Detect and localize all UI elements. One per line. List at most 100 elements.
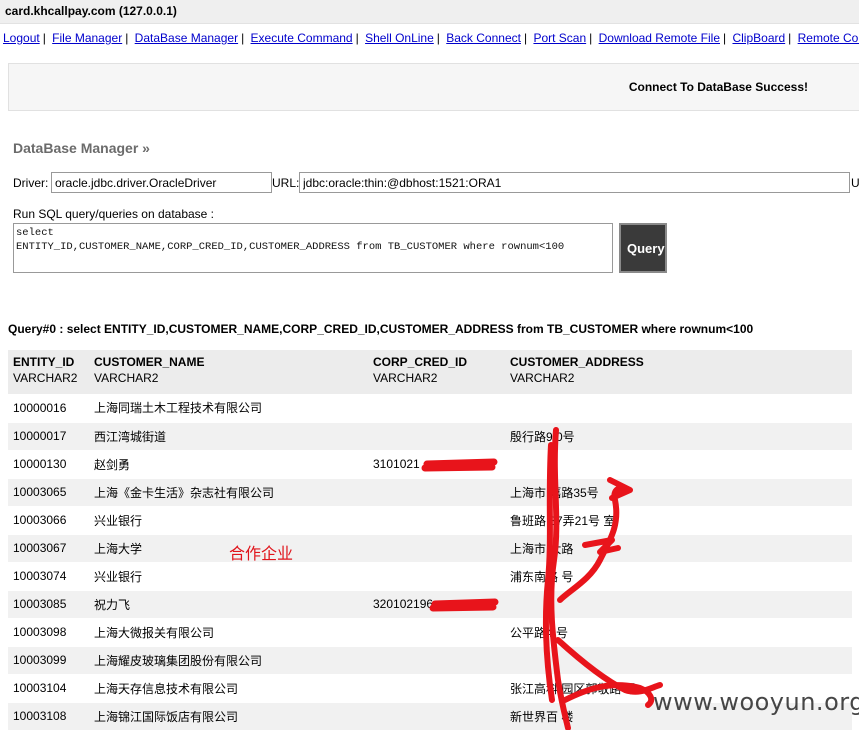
cell-customer-address: 浦东南路 号 [505, 562, 852, 591]
column-header-customer-name: CUSTOMER_NAME VARCHAR2 [89, 350, 368, 394]
url-label: URL: [272, 176, 300, 190]
column-name: CORP_CRED_ID [373, 355, 468, 369]
table-row: 10000017 西江湾城街道 殷行路9 0号 [8, 422, 852, 451]
cell-corp-cred-id [368, 562, 505, 591]
table-row: 10003074 兴业银行 浦东南路 号 [8, 562, 852, 591]
driver-label: Driver: [13, 176, 49, 190]
cell-customer-name: 上海耀皮玻璃集团股份有限公司 [89, 646, 368, 675]
cell-customer-address: 鲁班路 37弄21号 室 [505, 506, 852, 535]
column-name: CUSTOMER_NAME [94, 355, 205, 369]
cell-corp-cred-id [368, 506, 505, 535]
cell-entity-id: 10003108 [8, 702, 89, 731]
sql-label: Run SQL query/queries on database : [13, 207, 215, 221]
cell-entity-id: 10003074 [8, 562, 89, 591]
status-message: Connect To DataBase Success! [628, 80, 808, 94]
nav-separator: | [241, 31, 245, 45]
cell-customer-address [505, 590, 852, 619]
watermark: www.wooyun.org [653, 688, 859, 716]
query-result-title: Query#0 : select ENTITY_ID,CUSTOMER_NAME… [8, 322, 754, 336]
column-type: VARCHAR2 [13, 371, 78, 385]
cell-customer-address [505, 394, 852, 423]
cell-corp-cred-id [368, 702, 505, 731]
cell-corp-cred-id: 320102196 [368, 590, 505, 619]
cell-customer-name: 上海锦江国际饭店有限公司 [89, 702, 368, 731]
cell-corp-cred-id [368, 618, 505, 647]
table-row: 10003085 祝力飞 320102196 [8, 590, 852, 619]
sql-query-input[interactable]: select ENTITY_ID,CUSTOMER_NAME,CORP_CRED… [13, 223, 613, 273]
cell-customer-address: 殷行路9 0号 [505, 422, 852, 451]
cell-customer-name: 祝力飞 [89, 590, 368, 619]
table-row: 10003066 兴业银行 鲁班路 37弄21号 室 [8, 506, 852, 535]
cell-entity-id: 10003065 [8, 478, 89, 507]
nav-separator: | [723, 31, 727, 45]
section-title: DataBase Manager » [13, 140, 150, 156]
cell-corp-cred-id [368, 394, 505, 423]
nav-back-connect[interactable]: Back Connect [446, 31, 521, 45]
cell-customer-name: 西江湾城街道 [89, 422, 368, 451]
column-name: CUSTOMER_ADDRESS [510, 355, 644, 369]
cell-customer-name: 兴业银行 [89, 506, 368, 535]
nav-port-scan[interactable]: Port Scan [533, 31, 586, 45]
cell-customer-name: 兴业银行 [89, 562, 368, 591]
column-type: VARCHAR2 [94, 371, 159, 385]
cell-corp-cred-id [368, 674, 505, 703]
query-button[interactable]: Query [619, 223, 667, 273]
nav-remote-control[interactable]: Remote Control [798, 31, 859, 45]
nav-download-remote-file[interactable]: Download Remote File [599, 31, 720, 45]
nav-logout[interactable]: Logout [3, 31, 40, 45]
nav-separator: | [788, 31, 792, 45]
column-type: VARCHAR2 [510, 371, 575, 385]
cell-customer-address [505, 646, 852, 675]
cell-customer-address: 公平路4 号 [505, 618, 852, 647]
column-header-corp-cred-id: CORP_CRED_ID VARCHAR2 [368, 350, 505, 394]
cell-entity-id: 10003098 [8, 618, 89, 647]
cell-customer-address: 上海市 大路 [505, 534, 852, 563]
cell-corp-cred-id [368, 422, 505, 451]
cell-entity-id: 10000130 [8, 450, 89, 479]
cell-entity-id: 10003066 [8, 506, 89, 535]
nav-separator: | [589, 31, 593, 45]
status-panel: Connect To DataBase Success! [8, 63, 859, 111]
nav-database-manager[interactable]: DataBase Manager [135, 31, 238, 45]
column-header-customer-address: CUSTOMER_ADDRESS VARCHAR2 [505, 350, 852, 394]
cell-customer-name: 上海天存信息技术有限公司 [89, 674, 368, 703]
nav-bar: Logout | File Manager | DataBase Manager | … [0, 24, 859, 54]
cell-customer-name: 赵剑勇 [89, 450, 368, 479]
cell-customer-address [505, 450, 852, 479]
cell-entity-id: 10003085 [8, 590, 89, 619]
nav-separator: | [436, 31, 440, 45]
nav-separator: | [42, 31, 46, 45]
annotation-label: 合作企业 [229, 544, 294, 563]
cell-entity-id: 10003067 [8, 534, 89, 563]
cell-corp-cred-id [368, 478, 505, 507]
table-row: 10003099 上海耀皮玻璃集团股份有限公司 [8, 646, 852, 675]
cell-entity-id: 10003099 [8, 646, 89, 675]
cell-customer-name: 上海大微报关有限公司 [89, 618, 368, 647]
cell-entity-id: 10000017 [8, 422, 89, 451]
table-row: 10003098 上海大微报关有限公司 公平路4 号 [8, 618, 852, 647]
table-row: 10000130 赵剑勇 3101021 [8, 450, 852, 479]
url-trailing-text: U [851, 176, 859, 190]
url-input[interactable] [299, 172, 850, 193]
cell-corp-cred-id: 3101021 [368, 450, 505, 479]
nav-shell-online[interactable]: Shell OnLine [365, 31, 434, 45]
column-header-entity-id: ENTITY_ID VARCHAR2 [8, 350, 89, 394]
cell-customer-name: 上海同瑞土木工程技术有限公司 [89, 394, 368, 423]
driver-input[interactable] [51, 172, 272, 193]
nav-execute-command[interactable]: Execute Command [251, 31, 353, 45]
table-header-row: ENTITY_ID VARCHAR2 CUSTOMER_NAME VARCHAR… [8, 350, 852, 394]
nav-clipboard[interactable]: ClipBoard [732, 31, 785, 45]
nav-separator: | [125, 31, 129, 45]
column-name: ENTITY_ID [13, 355, 75, 369]
cell-entity-id: 10003104 [8, 674, 89, 703]
column-type: VARCHAR2 [373, 371, 438, 385]
cell-entity-id: 10000016 [8, 394, 89, 423]
table-row: 10000016 上海同瑞土木工程技术有限公司 [8, 394, 852, 423]
cell-corp-cred-id [368, 646, 505, 675]
window-title: card.khcallpay.com (127.0.0.1) [0, 0, 859, 24]
nav-file-manager[interactable]: File Manager [52, 31, 122, 45]
cell-customer-address: 上海市 嘉路35号 [505, 478, 852, 507]
cell-customer-name: 上海《金卡生活》杂志社有限公司 [89, 478, 368, 507]
cell-corp-cred-id [368, 534, 505, 563]
result-table: ENTITY_ID VARCHAR2 CUSTOMER_NAME VARCHAR… [8, 350, 852, 731]
